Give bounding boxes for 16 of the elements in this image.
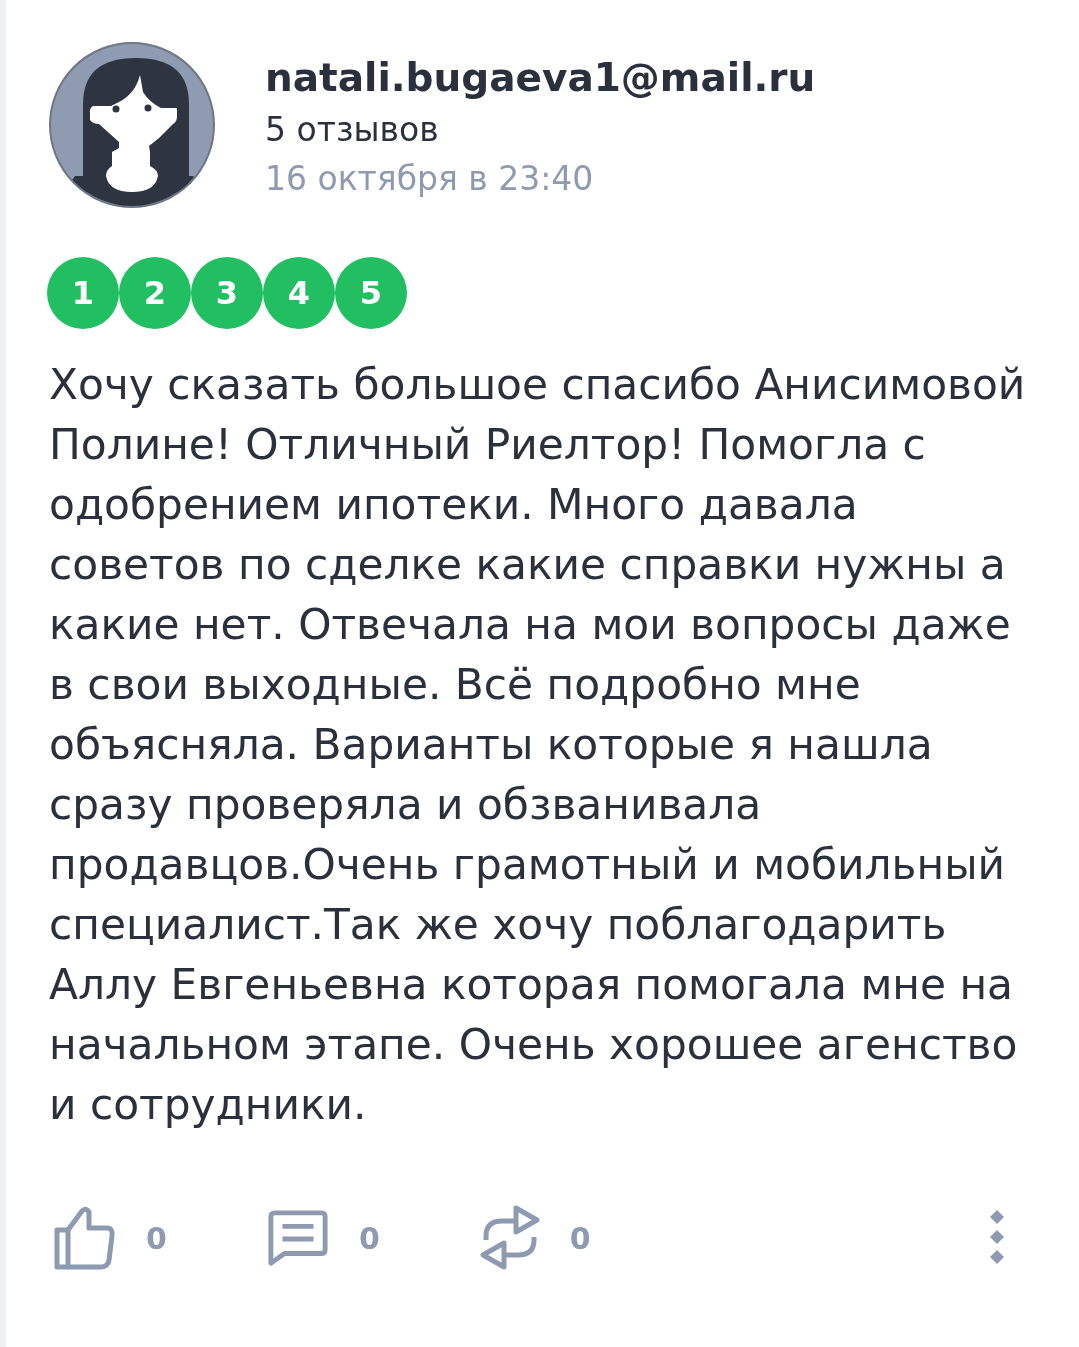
author-name: natali.bugaeva1@mail.ru [265,54,816,102]
rating-point: 2 [119,257,191,329]
thumb-up-icon [54,1206,116,1270]
comment-button[interactable]: 0 [266,1208,380,1268]
rating-point: 4 [263,257,335,329]
review-text: Хочу сказать большое спасибо Анисимовой Полине! Отличный Риелтор! Помогла с одобрением ипотеки. Много давала советов по сделке какие справки нужны а какие нет. Отвечала на мои вопросы даже в свои выходные. Всё подробно мне объясняла. Варианты которые я нашла сразу проверяла и обзванивала продавцов.Очень грамотный и мобильный специалист.Так же хочу поблагодарить Аллу Евгеньевна которая помогала мне на начальном этапе. Очень хорошее агенство и сотрудники. [49,359,1027,1131]
avatar-icon [49,42,215,208]
rating-point: 1 [47,257,119,329]
rating-point: 3 [191,257,263,329]
repost-button[interactable]: 0 [479,1203,591,1273]
speech-bubble-icon [266,1208,329,1268]
rating-point: 5 [335,257,407,329]
review-date: 16 октября в 23:40 [265,158,595,200]
like-button[interactable]: 0 [54,1206,167,1270]
reviews-count: 5 отзывов [265,109,440,151]
circular-arrows-icon [479,1203,540,1273]
